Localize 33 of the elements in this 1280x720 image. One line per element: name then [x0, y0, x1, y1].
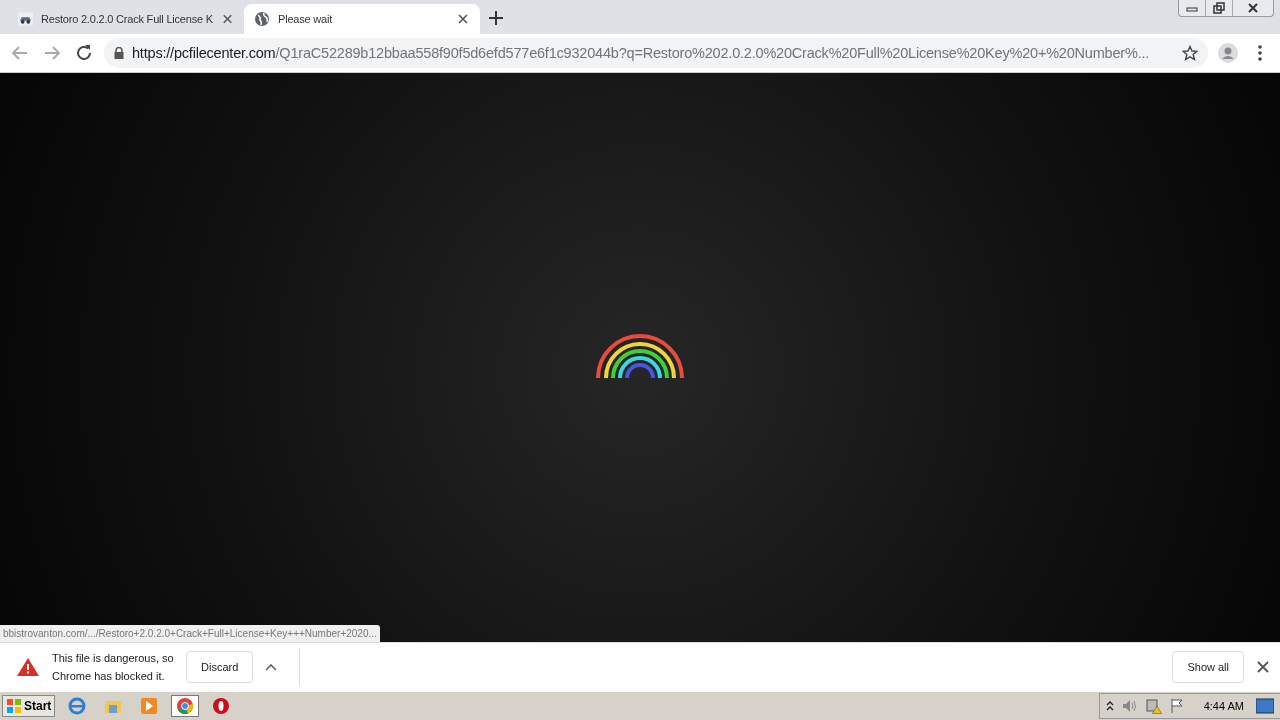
tab-title: Restoro 2.0.2.0 Crack Full License K — [40, 13, 213, 25]
discard-button[interactable]: Discard — [186, 651, 254, 683]
download-warning-text: This file is dangerous, so Chrome has blocked it. — [52, 651, 174, 684]
address-bar[interactable]: https://pcfilecenter.com/Q1raC52289b12bbaa558f90f5d6efd577e6f1c932044b?q=Restoro%202.0.2.0%20Crack%20Full%20License%20Key%20+%20Number%... — [104, 38, 1208, 68]
globe-icon — [254, 11, 270, 27]
chrome-icon — [177, 698, 194, 714]
close-icon[interactable] — [1247, 2, 1259, 14]
lock-icon — [114, 47, 124, 59]
show-all-button[interactable]: Show all — [1172, 651, 1244, 683]
browser-tab[interactable]: Please wait — [244, 4, 480, 34]
profile-icon[interactable] — [1216, 41, 1240, 65]
browser-e-icon[interactable] — [68, 697, 87, 715]
opera-icon[interactable] — [213, 698, 230, 714]
clock[interactable]: 4:44 AM — [1203, 700, 1244, 712]
warning-icon — [16, 657, 40, 677]
close-icon[interactable] — [456, 12, 470, 26]
minimize-icon[interactable] — [1186, 4, 1198, 12]
flag-icon[interactable] — [1169, 698, 1184, 714]
status-url: bbistrovanton.com/.../Restoro+2.0.2.0+Crack+Full+License+Key+++Number+2020... — [0, 625, 380, 642]
network-warning-icon[interactable] — [1145, 698, 1162, 714]
restore-icon[interactable] — [1213, 2, 1225, 14]
star-icon[interactable] — [1182, 45, 1198, 61]
start-button[interactable]: Start — [2, 695, 56, 717]
close-icon[interactable] — [1256, 660, 1270, 674]
chevron-up-icon[interactable] — [265, 663, 278, 671]
new-tab-icon[interactable] — [486, 8, 506, 28]
car-icon — [18, 12, 33, 26]
chevron-up-icon[interactable] — [1105, 701, 1114, 711]
tab-title: Please wait — [278, 13, 334, 25]
windows-logo-icon — [6, 698, 22, 714]
url-text: https://pcfilecenter.com/Q1raC52289b12bbaa558f90f5d6efd577e6f1c932044b?q=Restoro%202.0.2.0%20Crack%20Full%20License%20Key%20+%20Number%... — [132, 45, 1151, 61]
browser-tab[interactable]: Restoro 2.0.2.0 Crack Full License K — [8, 4, 244, 34]
taskbar-button[interactable] — [171, 695, 200, 717]
